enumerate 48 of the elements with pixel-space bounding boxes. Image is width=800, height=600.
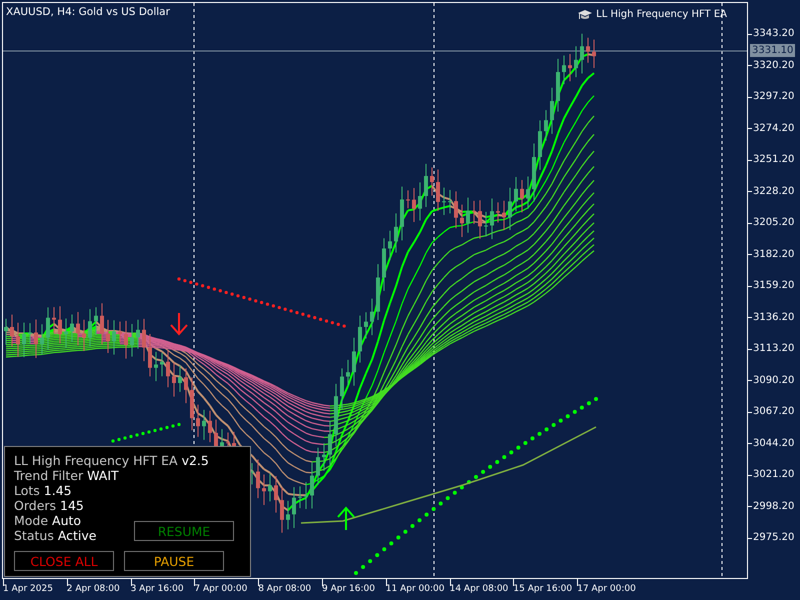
field-value: Active [58, 528, 96, 543]
price-axis-label: 3274.20 [753, 122, 794, 134]
panel-button[interactable]: PAUSE [124, 551, 224, 571]
graduation-cap-icon [577, 9, 593, 21]
time-axis-label: 1 Apr 2025 [3, 584, 53, 594]
price-axis-label: 3251.20 [753, 154, 794, 166]
version-label: v2.5 [182, 453, 209, 468]
panel-title: LL High Frequency HFT EA [14, 453, 178, 468]
expert-name: LL High Frequency HFT EA [596, 9, 727, 20]
field-label: Trend Filter [14, 468, 84, 483]
price-axis-label: 3159.20 [753, 280, 794, 292]
chart-symbol-title: XAUUSD, H4: Gold vs US Dollar [6, 6, 170, 18]
price-axis-label: 3136.20 [753, 312, 794, 324]
time-axis-label: 15 Apr 16:00 [513, 584, 572, 594]
price-axis-label: 3343.20 [753, 28, 794, 40]
price-axis-label: 3044.20 [753, 438, 794, 450]
down-arrow-icon [170, 312, 188, 336]
time-axis-label: 8 Apr 08:00 [258, 584, 312, 594]
panel-button[interactable]: CLOSE ALL [14, 551, 114, 571]
field-value: 145 [60, 498, 84, 513]
time-axis-label: 11 Apr 00:00 [386, 584, 444, 594]
up-arrow-icon [337, 506, 355, 531]
field-label: Lots [14, 483, 40, 498]
price-axis-label: 3297.20 [753, 91, 794, 103]
field-value: Auto [52, 513, 82, 528]
time-axis-label: 17 Apr 00:00 [577, 584, 636, 594]
current-price-label: 3331.10 [750, 44, 796, 57]
price-axis-label: 3320.20 [753, 60, 794, 72]
dotted-signal-line [111, 422, 181, 443]
price-axis-label: 3205.20 [753, 217, 794, 229]
price-axis-label: 3067.20 [753, 406, 794, 418]
price-axis-label: 2975.20 [753, 532, 794, 544]
price-axis-label: 3182.20 [753, 248, 794, 260]
time-axis-label: 9 Apr 16:00 [322, 584, 375, 594]
field-label: Mode [14, 513, 48, 528]
panel-button[interactable]: RESUME [134, 521, 234, 541]
time-axis-label: 3 Apr 16:00 [130, 584, 184, 594]
field-value: 1.45 [44, 483, 72, 498]
price-axis-label: 3021.20 [753, 469, 794, 481]
field-label: Orders [14, 498, 56, 513]
price-axis-label: 3113.20 [753, 343, 794, 355]
price-axis-label: 3228.20 [753, 186, 794, 198]
price-axis-label: 3090.20 [753, 374, 794, 386]
time-axis-label: 7 Apr 00:00 [194, 584, 248, 594]
field-value: WAIT [87, 468, 119, 483]
price-axis-label: 2998.20 [753, 500, 794, 512]
time-axis-label: 14 Apr 08:00 [450, 584, 508, 594]
field-label: Status [14, 528, 54, 543]
